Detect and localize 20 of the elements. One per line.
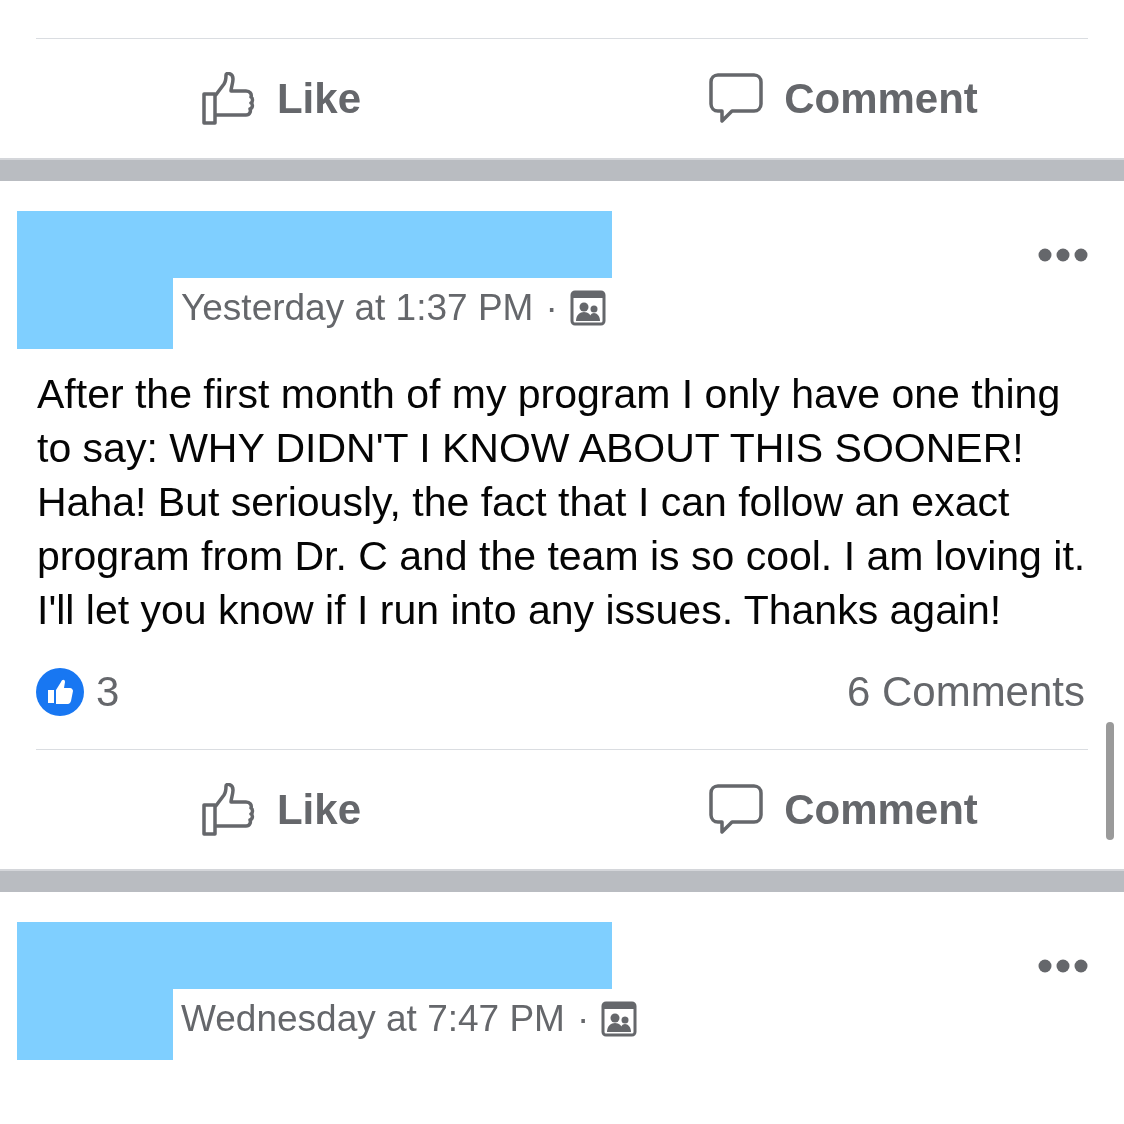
post-timestamp: Yesterday at 1:37 PM — [181, 287, 534, 329]
comment-button[interactable]: Comment — [702, 776, 984, 843]
comments-count[interactable]: 6 Comments — [846, 668, 1085, 716]
more-options-icon[interactable] — [1038, 248, 1088, 262]
post-text: After the first month of my program I only have one thing to say: WHY DIDN'T I KNOW ABOUT THIS SOONER! Haha! But seriously, the fact that I can follow an exact program from Dr. C and the team is so cool. I am loving it. I'll let you know if I run into any issues. Thanks again! — [37, 370, 1087, 635]
thumbs-up-icon — [200, 782, 257, 837]
like-button[interactable]: Like — [194, 776, 367, 843]
post-timestamp: Wednesday at 7:47 PM — [181, 998, 565, 1040]
like-button[interactable]: Like — [194, 65, 367, 132]
reaction-count: 3 — [96, 668, 120, 716]
speech-bubble-icon — [708, 782, 765, 837]
separator-dot: · — [576, 998, 590, 1040]
more-options-icon[interactable] — [1038, 959, 1088, 973]
like-reaction-icon — [36, 668, 84, 716]
separator-dot: · — [545, 287, 558, 329]
speech-bubble-icon — [708, 71, 765, 126]
comment-button[interactable]: Comment — [702, 65, 984, 132]
group-audience-icon — [601, 1001, 638, 1037]
group-audience-icon — [569, 290, 606, 326]
thumbs-up-icon — [200, 71, 257, 126]
